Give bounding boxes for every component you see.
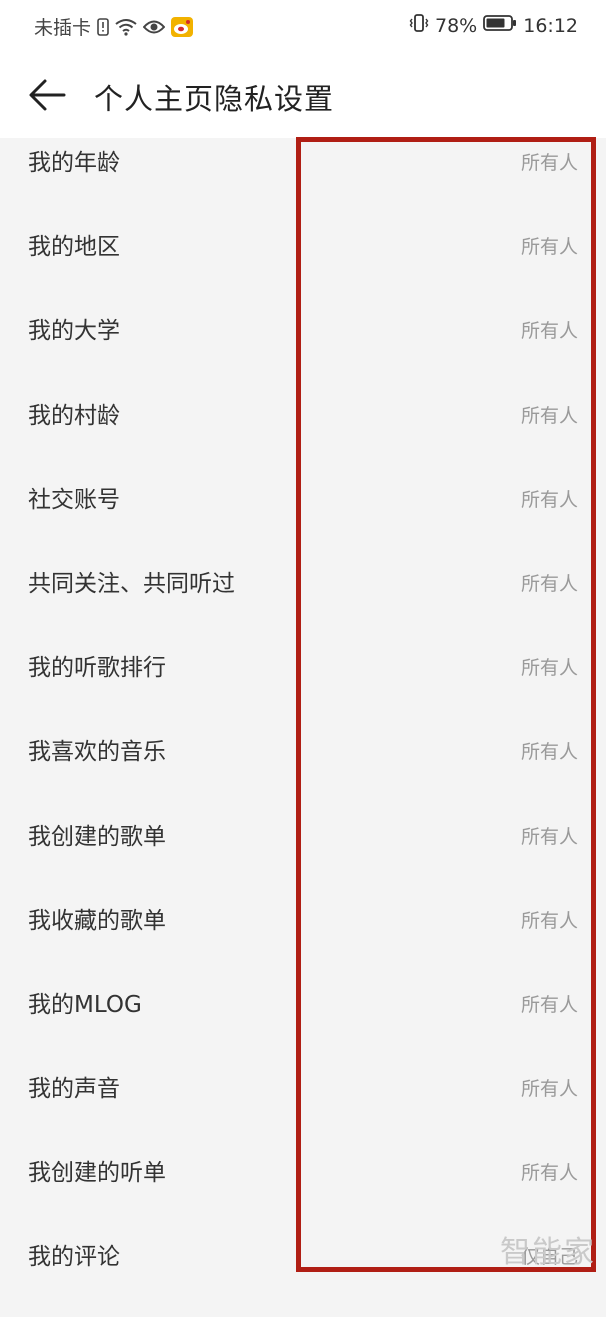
setting-label: 我的大学 [28,318,120,345]
setting-value: 所有人 [520,993,578,1016]
setting-row-voice[interactable]: 我的声音 所有人 [0,1064,606,1148]
setting-row-village-age[interactable]: 我的村龄 所有人 [0,391,606,475]
setting-label: 我创建的歌单 [28,823,166,850]
setting-value: 所有人 [520,1078,578,1101]
setting-value: 所有人 [520,236,578,259]
eye-icon [143,19,166,35]
status-right: 78% 16:12 [403,13,578,38]
setting-label: 社交账号 [28,486,120,513]
battery-percent: 78% [435,14,478,37]
setting-value: 所有人 [520,572,578,595]
setting-label: 我的年龄 [28,150,120,176]
setting-row-created-listen-lists[interactable]: 我创建的听单 所有人 [0,1148,606,1232]
status-left: 未插卡 [34,13,194,40]
page-title: 个人主页隐私设置 [94,82,335,116]
setting-label: 共同关注、共同听过 [28,570,235,597]
setting-label: 我喜欢的音乐 [28,739,166,766]
clock: 16:12 [523,14,578,37]
setting-label: 我收藏的歌单 [28,907,166,934]
setting-row-collected-playlists[interactable]: 我收藏的歌单 所有人 [0,896,606,980]
setting-row-created-playlists[interactable]: 我创建的歌单 所有人 [0,812,606,896]
weibo-icon [171,16,194,37]
setting-value: 所有人 [520,741,578,764]
setting-label: 我创建的听单 [28,1160,166,1187]
setting-label: 我的声音 [28,1076,120,1103]
setting-value: 所有人 [520,1162,578,1185]
setting-row-mlog[interactable]: 我的MLOG 所有人 [0,980,606,1064]
carrier-text: 未插卡 [34,17,92,39]
watermark: 智能家 [500,1235,596,1270]
setting-row-mutual-follows[interactable]: 共同关注、共同听过 所有人 [0,559,606,643]
arrow-left-icon [29,79,66,111]
setting-label: 我的听歌排行 [28,655,166,682]
status-bar: 未插卡 78% 16:12 [0,0,606,52]
setting-value: 所有人 [520,152,578,174]
setting-value: 所有人 [520,657,578,680]
setting-label: 我的MLOG [28,991,142,1018]
setting-row-university[interactable]: 我的大学 所有人 [0,306,606,390]
setting-row-social-accounts[interactable]: 社交账号 所有人 [0,475,606,559]
setting-row-listening-rank[interactable]: 我的听歌排行 所有人 [0,643,606,727]
setting-value: 所有人 [520,404,578,427]
setting-row-age[interactable]: 我的年龄 所有人 [0,138,606,222]
app-header: 个人主页隐私设置 [0,52,606,138]
sim-alert-icon [97,17,109,36]
back-button[interactable] [28,78,68,112]
setting-value: 所有人 [520,825,578,848]
setting-value: 所有人 [520,488,578,511]
wifi-icon [115,18,137,36]
setting-label: 我的地区 [28,234,120,261]
vibrate-icon [409,13,429,38]
setting-row-region[interactable]: 我的地区 所有人 [0,222,606,306]
setting-row-liked-music[interactable]: 我喜欢的音乐 所有人 [0,727,606,811]
setting-label: 我的村龄 [28,402,120,429]
setting-value: 所有人 [520,909,578,932]
setting-label: 我的评论 [28,1244,120,1271]
battery-icon [483,14,517,37]
privacy-settings-list: 我的年龄 所有人 我的地区 所有人 我的大学 所有人 我的村龄 所有人 社交账号 所有人 … [0,138,606,1317]
setting-value: 所有人 [520,320,578,343]
